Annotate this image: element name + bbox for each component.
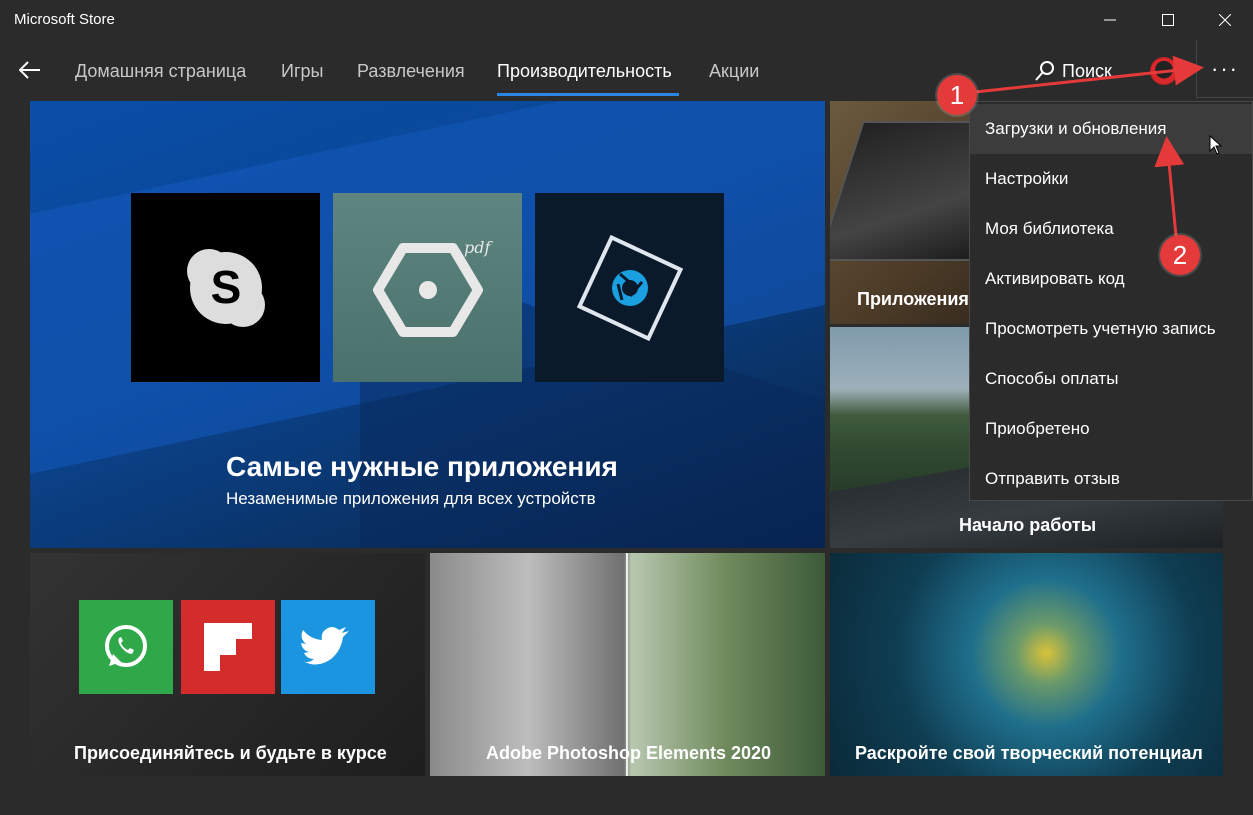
menu-item-library[interactable]: Моя библиотека bbox=[970, 204, 1252, 254]
menu-item-settings[interactable]: Настройки bbox=[970, 154, 1252, 204]
maximize-icon bbox=[1162, 14, 1174, 26]
tab-games[interactable]: Игры bbox=[281, 61, 323, 82]
tab-home[interactable]: Домашняя страница bbox=[75, 61, 246, 82]
menu-item-payment[interactable]: Способы оплаты bbox=[970, 354, 1252, 404]
annotation-badge-2: 2 bbox=[1160, 235, 1200, 275]
getting-started-label: Начало работы bbox=[959, 515, 1097, 535]
pdf-hexagon-icon bbox=[373, 243, 483, 337]
minimize-icon bbox=[1104, 19, 1116, 21]
maximize-button[interactable] bbox=[1139, 0, 1197, 40]
photoshop-elements-label: Adobe Photoshop Elements 2020 bbox=[486, 743, 772, 763]
skype-icon: S bbox=[186, 248, 265, 327]
tab-deals[interactable]: Акции bbox=[709, 61, 759, 82]
close-icon bbox=[1219, 14, 1231, 26]
hero-tile[interactable]: S pdf Самые нужные приложения Незаменимы… bbox=[30, 101, 825, 548]
hero-subtitle: Незаменимые приложения для всех устройст… bbox=[226, 489, 596, 508]
menu-item-view-account[interactable]: Просмотреть учетную запись bbox=[970, 304, 1252, 354]
title-bar: Microsoft Store bbox=[0, 0, 1253, 40]
photoshop-app-icon bbox=[535, 193, 724, 382]
app-title: Microsoft Store bbox=[14, 11, 115, 28]
whatsapp-icon bbox=[79, 600, 173, 694]
mouse-cursor-icon bbox=[1209, 135, 1223, 155]
skype-app-icon: S bbox=[131, 193, 320, 382]
tab-productivity[interactable]: Производительность bbox=[497, 61, 672, 82]
social-tile-label: Присоединяйтесь и будьте в курсе bbox=[74, 743, 387, 763]
close-button[interactable] bbox=[1196, 0, 1253, 40]
back-arrow-icon bbox=[19, 61, 40, 79]
svg-text:S: S bbox=[210, 261, 241, 313]
annotation-badge-1: 1 bbox=[937, 75, 977, 115]
pdf-app-icon: pdf bbox=[333, 193, 522, 382]
social-tile[interactable]: Присоединяйтесь и будьте в курсе bbox=[30, 553, 425, 776]
search-icon bbox=[1035, 61, 1054, 81]
hero-title: Самые нужные приложения bbox=[226, 451, 618, 482]
menu-item-feedback[interactable]: Отправить отзыв bbox=[970, 454, 1252, 504]
minimize-button[interactable] bbox=[1081, 0, 1139, 40]
flipboard-icon bbox=[181, 600, 275, 694]
menu-item-purchased[interactable]: Приобретено bbox=[970, 404, 1252, 454]
search-button[interactable]: Поиск bbox=[1034, 58, 1112, 84]
creative-tile[interactable]: Раскройте свой творческий потенциал bbox=[830, 553, 1223, 776]
more-menu: Загрузки и обновления Настройки Моя библ… bbox=[969, 101, 1253, 501]
menu-item-redeem-code[interactable]: Активировать код bbox=[970, 254, 1252, 304]
pdf-label: pdf bbox=[464, 238, 491, 257]
twitter-icon bbox=[281, 600, 375, 694]
creative-tile-label: Раскройте свой творческий потенциал bbox=[855, 743, 1203, 763]
nav-bar: Домашняя страница Игры Развлечения Произ… bbox=[0, 40, 1253, 98]
photoshop-elements-tile[interactable]: Adobe Photoshop Elements 2020 bbox=[430, 553, 825, 776]
more-button[interactable]: ··· bbox=[1196, 40, 1253, 98]
search-label: Поиск bbox=[1062, 60, 1112, 81]
apps-tile-label: Приложения bbox=[857, 289, 969, 309]
camera-aperture-icon bbox=[576, 234, 683, 341]
back-button[interactable] bbox=[14, 54, 46, 86]
avatar[interactable] bbox=[1150, 57, 1178, 85]
active-tab-indicator bbox=[497, 93, 679, 96]
tab-entertainment[interactable]: Развлечения bbox=[357, 61, 465, 82]
